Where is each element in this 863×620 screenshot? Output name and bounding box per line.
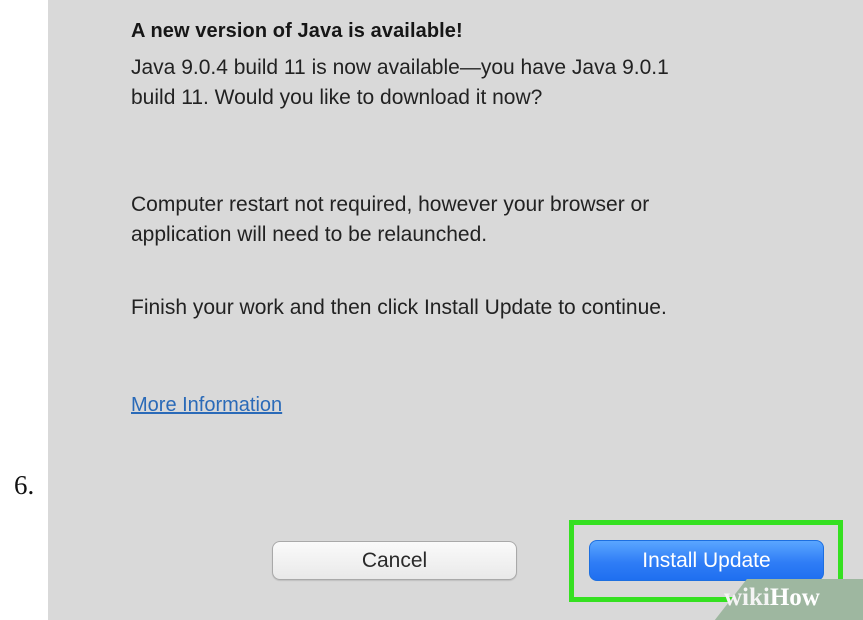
- watermark-how: How: [769, 584, 820, 611]
- instruction-message: Finish your work and then click Install …: [131, 296, 667, 319]
- restart-message: Computer restart not required, however y…: [131, 190, 851, 250]
- java-update-dialog: A new version of Java is available! Java…: [48, 0, 863, 620]
- cancel-button[interactable]: Cancel: [272, 541, 517, 580]
- version-message: Java 9.0.4 build 11 is now available—you…: [131, 53, 851, 113]
- wikihow-watermark: wikiHow: [724, 584, 820, 612]
- restart-message-line-2: application will need to be relaunched.: [131, 223, 488, 246]
- more-information-link[interactable]: More Information: [131, 394, 282, 417]
- watermark-wiki: wiki: [724, 584, 770, 611]
- version-message-line-2: build 11. Would you like to download it …: [131, 86, 543, 109]
- dialog-title: A new version of Java is available!: [131, 20, 463, 42]
- restart-message-line-1: Computer restart not required, however y…: [131, 193, 650, 216]
- install-update-button[interactable]: Install Update: [589, 540, 824, 581]
- version-message-line-1: Java 9.0.4 build 11 is now available—you…: [131, 56, 669, 79]
- step-number: 6.: [14, 470, 35, 500]
